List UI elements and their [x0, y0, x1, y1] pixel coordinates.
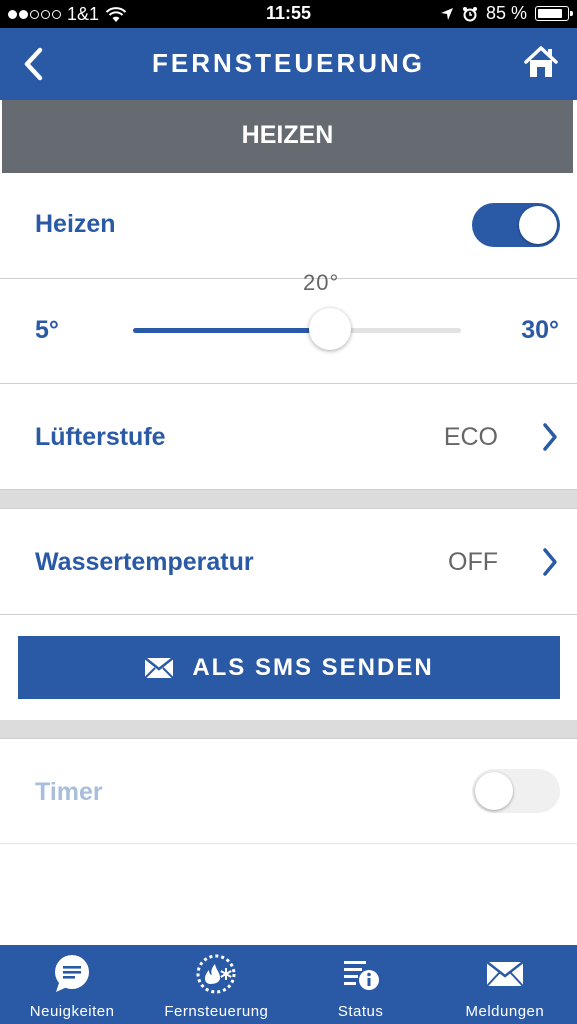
alarm-clock-icon [462, 6, 477, 21]
location-arrow-icon [440, 7, 453, 20]
temperature-max: 30° [521, 316, 559, 344]
temperature-slider-thumb[interactable] [308, 308, 351, 350]
tab-neuigkeiten[interactable]: Neuigkeiten [0, 945, 144, 1024]
wassertemperatur-value: OFF [448, 548, 498, 576]
tab-bar: Neuigkeiten Fernsteuerung Status Meldung… [0, 945, 577, 1024]
temperature-slider-fill [133, 328, 330, 333]
tab-label: Fernsteuerung [164, 1003, 269, 1020]
battery-percent: 85 % [485, 3, 527, 23]
timer-row: Timer [0, 739, 577, 843]
toggle-knob [519, 206, 557, 244]
divider [0, 278, 577, 279]
tab-meldungen[interactable]: Meldungen [433, 945, 577, 1024]
section-header: HEIZEN [0, 100, 577, 173]
tab-fernsteuerung[interactable]: Fernsteuerung [144, 945, 288, 1024]
chevron-right-icon [543, 548, 557, 576]
tab-label: Status [337, 1003, 384, 1020]
status-list-icon [343, 961, 379, 990]
battery-icon [535, 6, 573, 21]
wassertemperatur-label: Wassertemperatur [35, 548, 254, 576]
luefterstufe-label: Lüfterstufe [35, 423, 166, 451]
timer-label: Timer [35, 778, 103, 806]
toggle-knob [475, 772, 513, 810]
section-title: HEIZEN [241, 121, 334, 149]
separator-band [0, 720, 577, 738]
page-title: FERNSTEUERUNG [151, 48, 425, 78]
chat-bubble-icon [55, 955, 90, 992]
temperature-value: 20° [303, 270, 340, 295]
temperature-slider-track[interactable] [133, 328, 461, 333]
divider [0, 843, 577, 844]
home-icon[interactable] [523, 44, 559, 80]
tab-label: Neuigkeiten [29, 1003, 115, 1020]
remote-control-icon [196, 954, 236, 994]
chevron-right-icon [543, 423, 557, 451]
divider [0, 614, 577, 615]
tab-status[interactable]: Status [289, 945, 433, 1024]
status-bar: 1&1 11:55 85 % [0, 0, 577, 28]
envelope-icon [144, 656, 175, 679]
wassertemperatur-row[interactable]: Wassertemperatur OFF [0, 509, 577, 614]
nav-bar: FERNSTEUERUNG [0, 28, 577, 100]
heizen-toggle[interactable] [472, 203, 560, 247]
timer-toggle[interactable] [472, 769, 560, 813]
heizen-row: Heizen [0, 173, 577, 278]
temperature-min: 5° [35, 316, 59, 344]
send-sms-label: ALS SMS SENDEN [192, 653, 434, 681]
send-sms-button[interactable]: ALS SMS SENDEN [18, 636, 560, 699]
luefterstufe-row[interactable]: Lüfterstufe ECO [0, 384, 577, 489]
tab-label: Meldungen [465, 1003, 545, 1020]
separator-band [0, 490, 577, 508]
heizen-label: Heizen [35, 210, 116, 238]
luefterstufe-value: ECO [443, 423, 498, 451]
envelope-icon [486, 961, 524, 987]
